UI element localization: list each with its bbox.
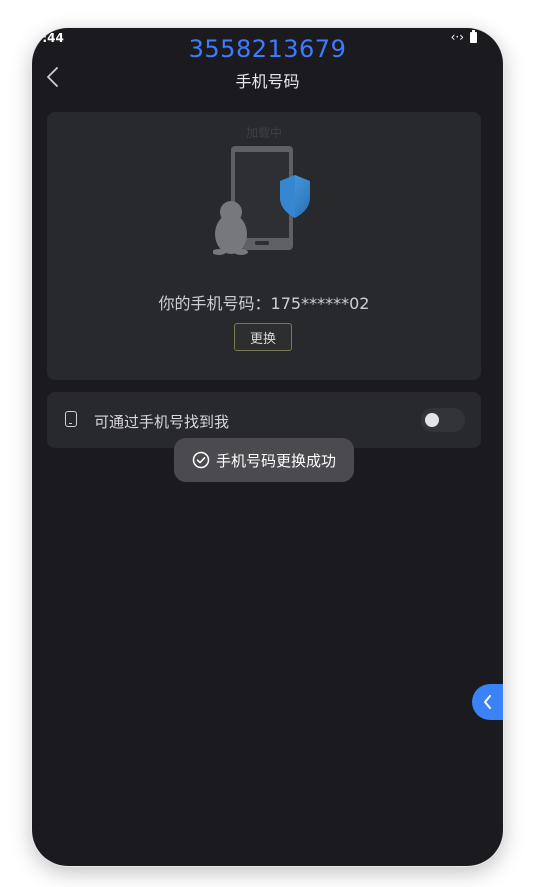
success-toast: 手机号码更换成功	[174, 438, 354, 482]
page-title: 手机号码	[235, 72, 300, 91]
chevron-left-icon	[483, 695, 491, 709]
check-circle-icon	[192, 451, 210, 469]
phone-icon	[65, 411, 77, 427]
device-screen: 9:44 ‹·› 3558213679 手机号码 加载中 你的手机号码：175*…	[32, 28, 503, 866]
phone-shield-illustration	[213, 146, 310, 255]
find-me-toggle[interactable]	[421, 408, 465, 432]
overlay-phone-number: 3558213679	[188, 35, 347, 63]
setting-label: 可通过手机号找到我	[94, 413, 230, 431]
phone-binding-card: 加载中 你的手机号码：175******02 更换	[47, 112, 481, 380]
toggle-knob	[425, 413, 439, 427]
phone-number-label: 你的手机号码：175******02	[158, 294, 370, 313]
toast-message: 手机号码更换成功	[215, 451, 336, 470]
loading-indicator: 加载中	[245, 126, 282, 140]
floating-side-tab[interactable]	[472, 684, 503, 720]
change-phone-button[interactable]: 更换	[234, 323, 292, 351]
